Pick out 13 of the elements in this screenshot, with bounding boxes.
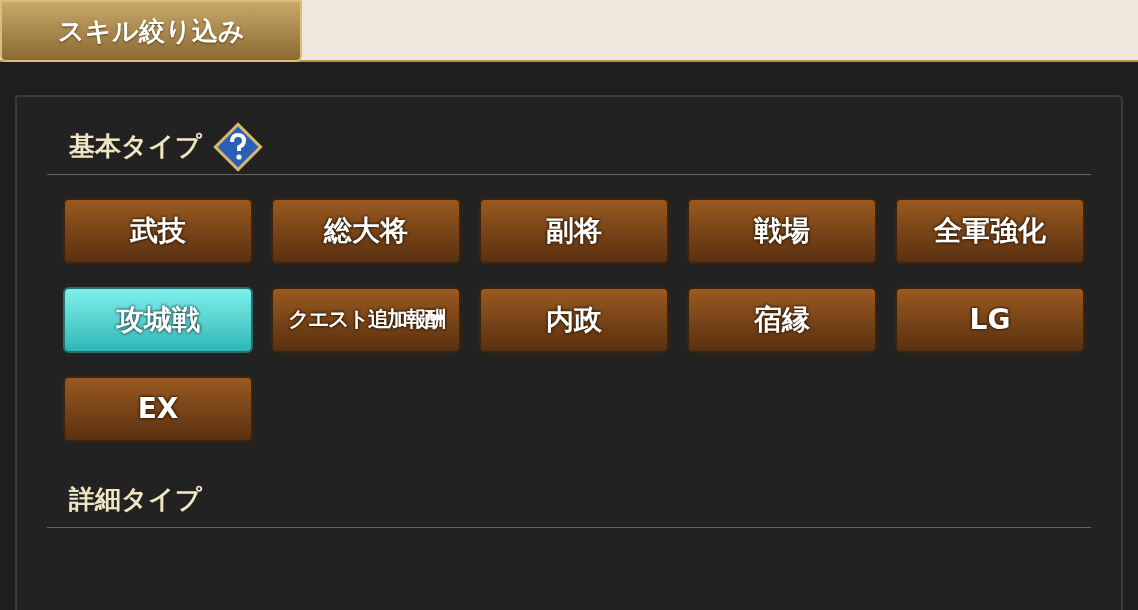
section-title: 基本タイプ bbox=[69, 130, 202, 163]
filter-button[interactable]: EX bbox=[63, 376, 253, 442]
section-title: 詳細タイプ bbox=[69, 483, 202, 516]
filter-button[interactable]: 総大将 bbox=[271, 198, 461, 264]
filter-button[interactable]: 宿縁 bbox=[687, 287, 877, 353]
filter-button[interactable]: クエスト追加報酬 bbox=[271, 287, 461, 353]
filter-button[interactable]: 内政 bbox=[479, 287, 669, 353]
filter-button[interactable]: 戦場 bbox=[687, 198, 877, 264]
tab-title: スキル絞り込み bbox=[57, 14, 245, 48]
filter-button[interactable]: 全軍強化 bbox=[895, 198, 1085, 264]
filter-button[interactable]: 武技 bbox=[63, 198, 253, 264]
filter-button[interactable]: 副将 bbox=[479, 198, 669, 264]
filter-button[interactable]: LG bbox=[895, 287, 1085, 353]
